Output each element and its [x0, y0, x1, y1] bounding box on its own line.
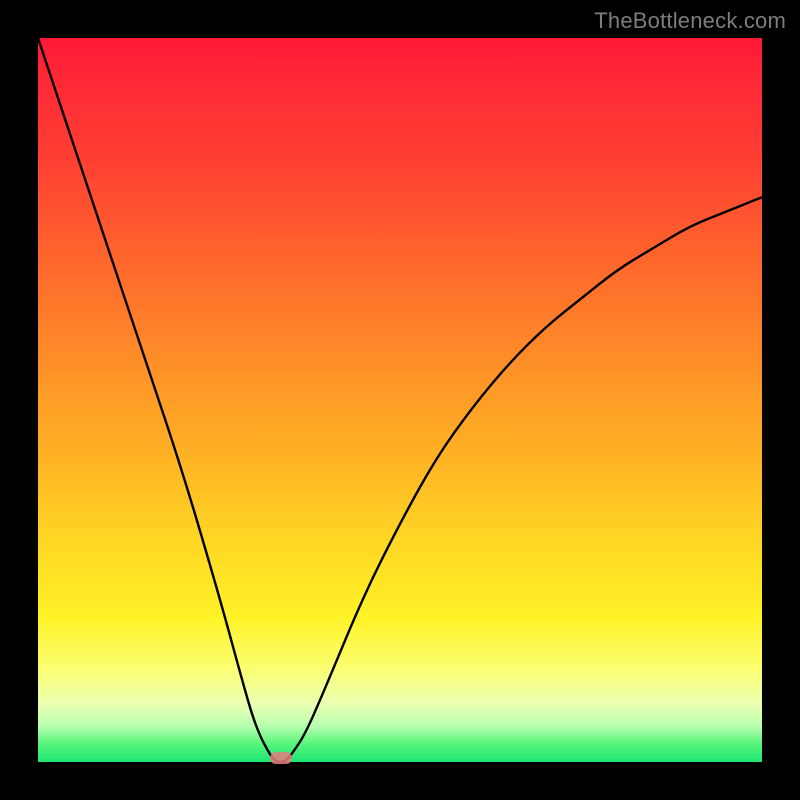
- minimum-marker: [270, 752, 292, 764]
- plot-area: [38, 38, 762, 762]
- bottleneck-curve: [38, 38, 762, 762]
- watermark-text: TheBottleneck.com: [594, 8, 786, 34]
- chart-frame: TheBottleneck.com: [0, 0, 800, 800]
